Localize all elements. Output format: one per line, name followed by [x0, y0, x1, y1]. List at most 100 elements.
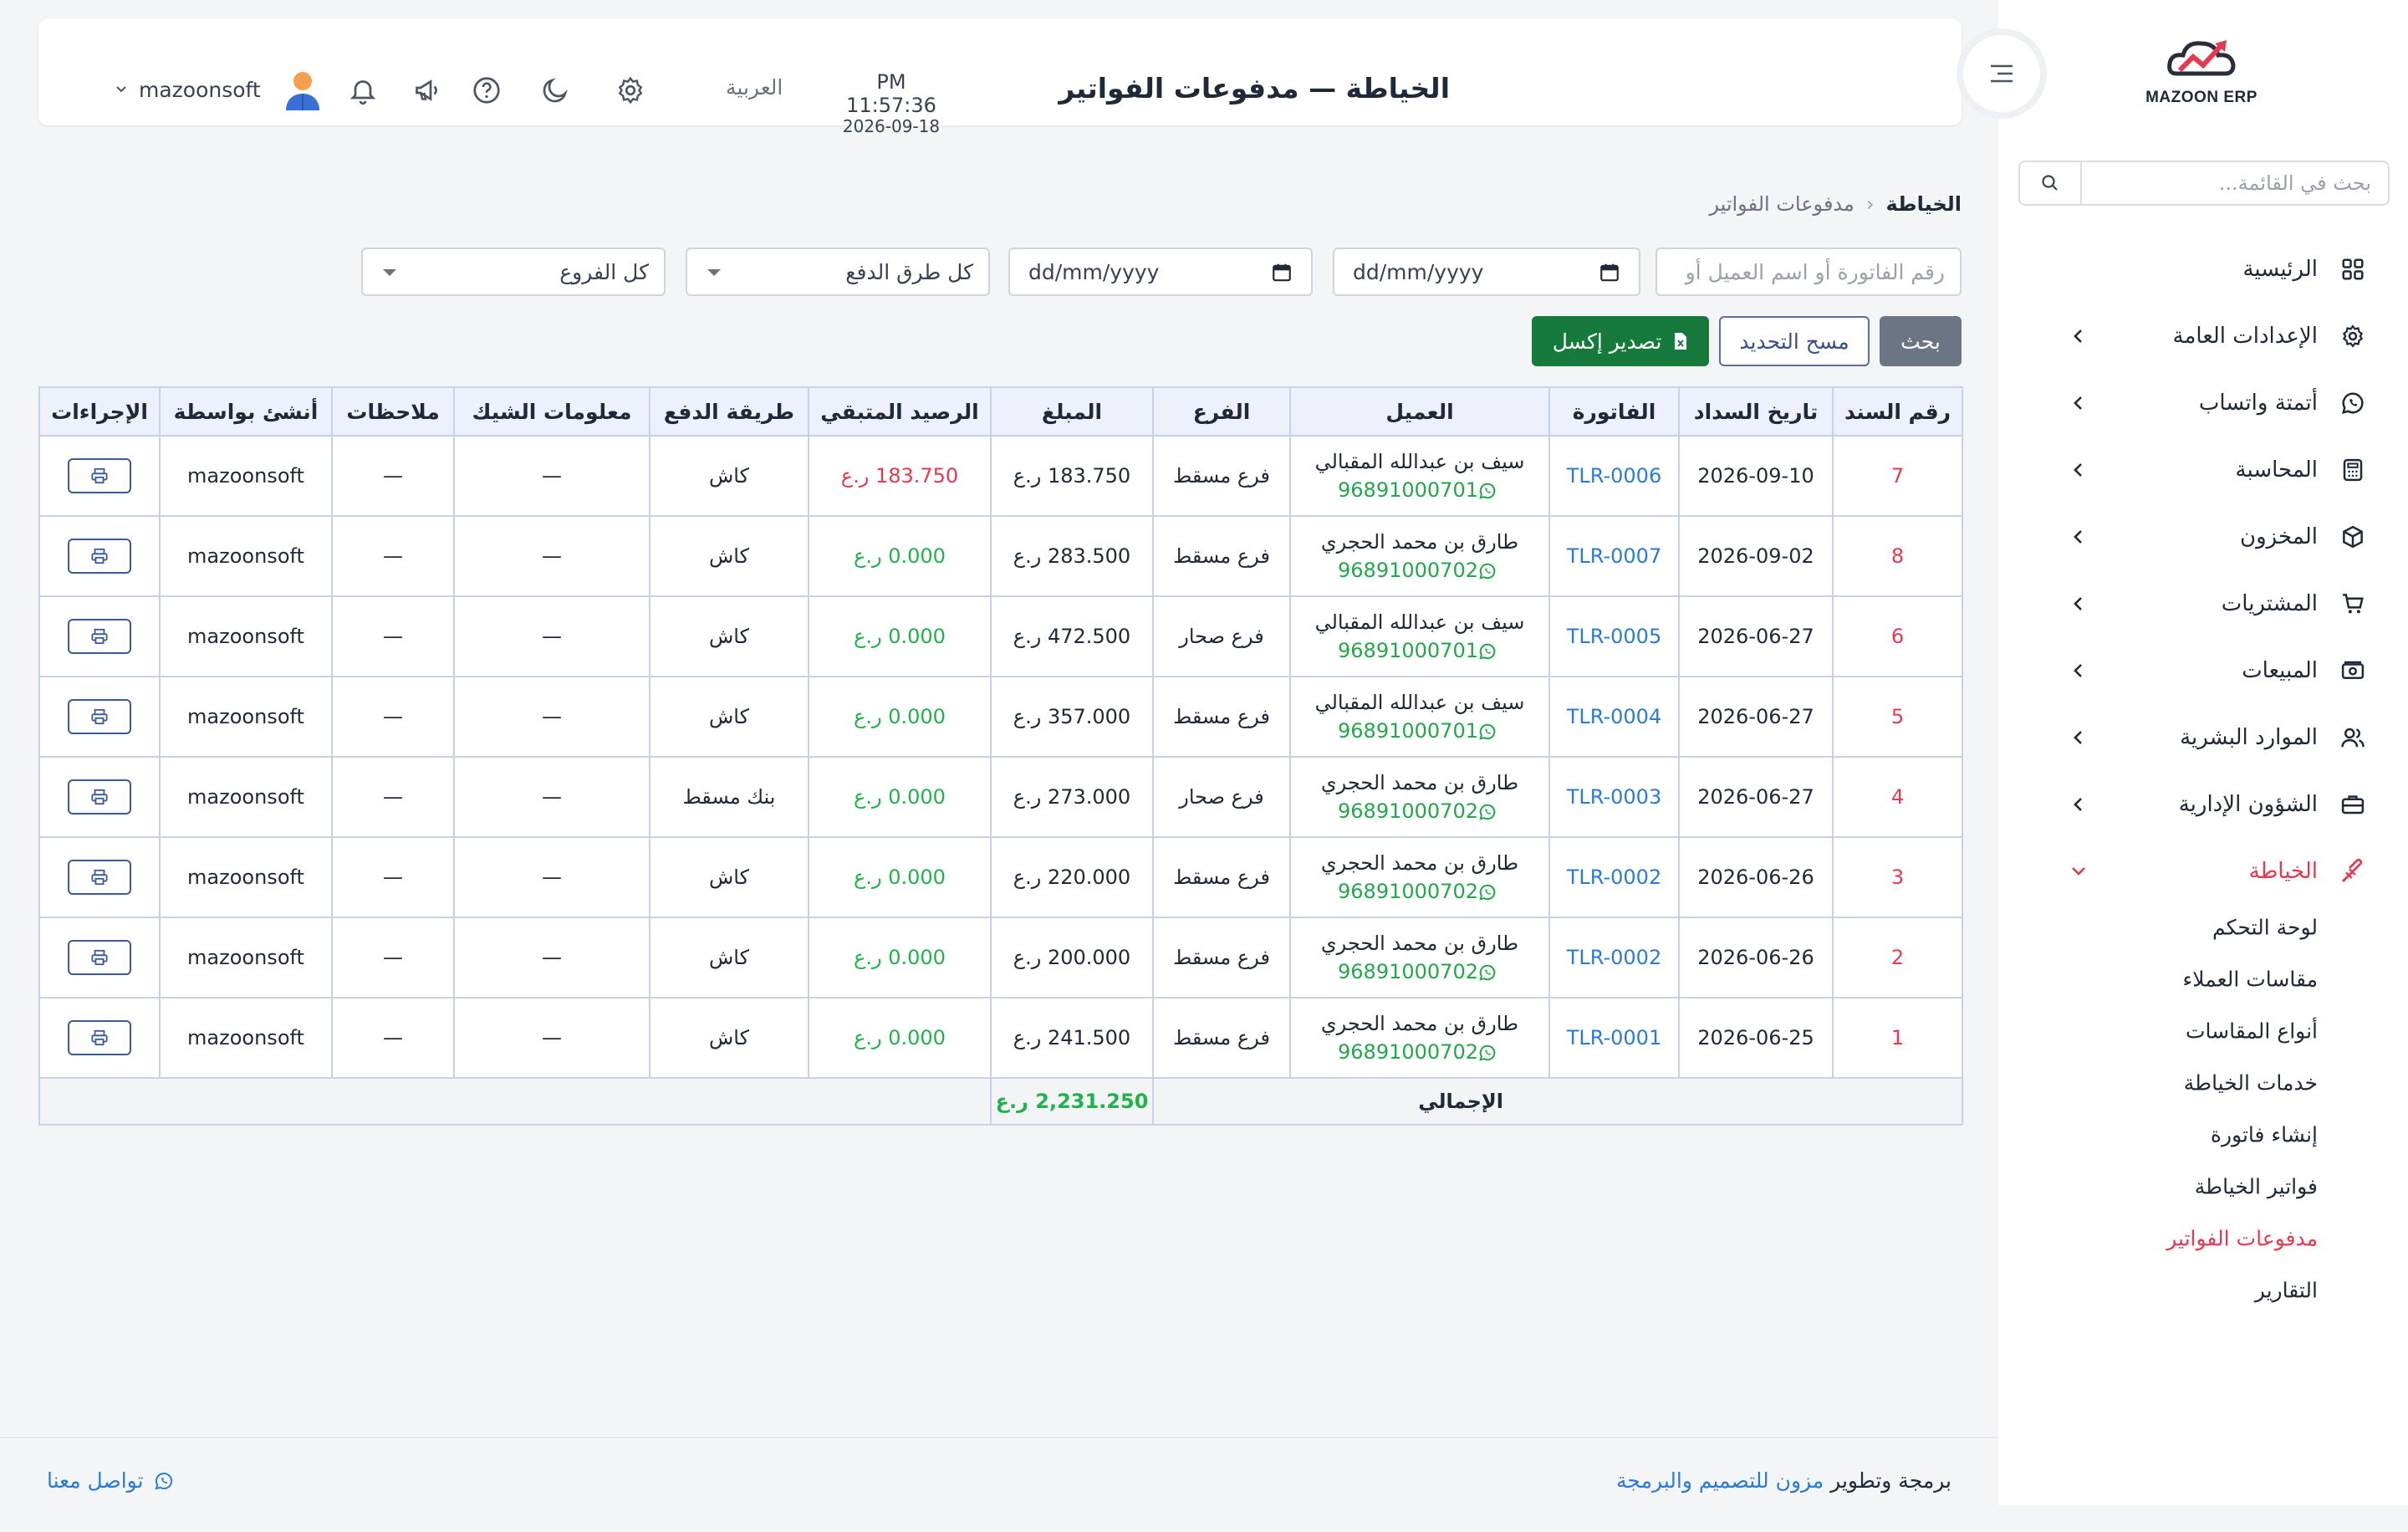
sidebar-item-home[interactable]: الرئيسية [1998, 236, 2408, 303]
invoice-link[interactable]: TLR-0004 [1567, 705, 1661, 728]
credit-link[interactable]: مزون للتصميم والبرمجة [1616, 1468, 1824, 1493]
cell-payment-date: 2026-06-25 [1678, 997, 1834, 1079]
sub-item-create-invoice[interactable]: إنشاء فاتورة [1998, 1109, 2408, 1161]
cell-amount: 220.000 ر.ع [990, 836, 1154, 918]
invoice-link[interactable]: TLR-0005 [1567, 625, 1661, 648]
customer-phone-link[interactable]: 96891000702 [1291, 960, 1548, 983]
breadcrumb-current: مدفوعات الفواتير [1709, 192, 1854, 216]
sidebar-item-whatsapp[interactable]: أتمتة واتساب [1998, 370, 2408, 437]
cell-customer: طارق بن محمد الحجري 96891000702 [1289, 756, 1550, 838]
sidebar-search-input[interactable] [2082, 162, 2388, 204]
sub-item-tailoring-services[interactable]: خدمات الخياطة [1998, 1057, 2408, 1109]
customer-phone-link[interactable]: 96891000702 [1291, 559, 1548, 582]
balance-value: 0.000 ر.ع [854, 946, 946, 969]
sub-item-measurement-types[interactable]: أنواع المقاسات [1998, 1005, 2408, 1057]
customer-phone-link[interactable]: 96891000702 [1291, 1040, 1548, 1064]
date-to-field[interactable]: dd/mm/yyyy [1008, 248, 1313, 296]
logo[interactable]: MAZOON ERP [2139, 33, 2264, 117]
sidebar-item-settings[interactable]: الإعدادات العامة [1998, 303, 2408, 370]
print-button[interactable] [68, 940, 131, 975]
invoice-link[interactable]: TLR-0006 [1567, 464, 1661, 488]
avatar [285, 72, 319, 110]
clear-selection-button[interactable]: مسح التحديد [1719, 316, 1870, 366]
cell-balance: 0.000 ر.ع [808, 756, 992, 838]
moon-icon[interactable] [538, 74, 572, 107]
date-from-field[interactable]: dd/mm/yyyy [1333, 248, 1640, 296]
user-menu[interactable]: mazoonsoft [115, 69, 323, 110]
megaphone-icon[interactable] [411, 74, 445, 107]
chevron-left-icon [2070, 395, 2087, 411]
sidebar-item-purchases[interactable]: المشتريات [1998, 570, 2408, 637]
settings-gear-icon[interactable] [614, 74, 647, 107]
sidebar-item-inventory[interactable]: المخزون [1998, 503, 2408, 570]
column-header: الرصيد المتبقي [808, 386, 992, 437]
whatsapp-icon [1478, 960, 1502, 983]
sidebar-item-accounting[interactable]: المحاسبة [1998, 437, 2408, 503]
customer-phone-link[interactable]: 96891000701 [1291, 639, 1548, 662]
whatsapp-icon [1478, 799, 1502, 823]
sub-item-dashboard[interactable]: لوحة التحكم [1998, 901, 2408, 953]
bell-icon[interactable] [346, 74, 380, 107]
print-button[interactable] [68, 860, 131, 895]
print-button[interactable] [68, 619, 131, 654]
chevron-left-icon [2070, 328, 2087, 345]
branch-select[interactable]: كل الفروع [361, 248, 666, 296]
cell-receipt-no: 6 [1832, 595, 1963, 677]
sidebar-item-sales[interactable]: المبيعات [1998, 637, 2408, 704]
print-button[interactable] [68, 699, 131, 734]
sidebar-toggle-button[interactable] [1963, 35, 2040, 112]
customer-phone-link[interactable]: 96891000701 [1291, 478, 1548, 502]
contact-us-link[interactable]: تواصل معنا [47, 1468, 174, 1493]
search-button[interactable]: بحث [1880, 316, 1962, 366]
column-header: طريقة الدفع [649, 386, 809, 437]
chevron-left-icon [2070, 462, 2087, 478]
search-icon[interactable] [2020, 162, 2082, 204]
column-header: الفرع [1152, 386, 1291, 437]
invoice-link[interactable]: TLR-0003 [1567, 785, 1661, 809]
balance-value: 0.000 ر.ع [854, 866, 946, 889]
sidebar-item-hr[interactable]: الموارد البشرية [1998, 704, 2408, 771]
search-input[interactable]: رقم الفاتورة أو اسم العميل أو [1656, 248, 1962, 296]
sidebar-item-admin[interactable]: الشؤون الإدارية [1998, 771, 2408, 838]
print-button[interactable] [68, 779, 131, 815]
sub-item-customer-measurements[interactable]: مقاسات العملاء [1998, 953, 2408, 1005]
tailoring-submenu: لوحة التحكم مقاسات العملاء أنواع المقاسا… [1998, 901, 2408, 1316]
date-to-value: dd/mm/yyyy [1028, 259, 1160, 284]
language-switch[interactable]: العربية [726, 75, 783, 100]
calendar-icon[interactable] [1599, 262, 1620, 287]
printer-icon [90, 869, 109, 886]
cell-branch: فرع صحار [1152, 756, 1291, 838]
sidebar-item-tailoring[interactable]: الخياطة [1998, 838, 2408, 905]
clock: PM 11:57:36 2026-09-18 [833, 70, 950, 135]
print-button[interactable] [68, 539, 131, 574]
cell-notes: — [331, 435, 455, 517]
print-button[interactable] [68, 458, 131, 493]
sub-item-reports[interactable]: التقارير [1998, 1264, 2408, 1316]
cell-payment-method: كاش [649, 515, 809, 597]
customer-name: طارق بن محمد الحجري [1320, 1012, 1519, 1035]
cell-invoice: TLR-0002 [1548, 917, 1680, 998]
customer-phone-link[interactable]: 96891000702 [1291, 880, 1548, 903]
payment-method-select[interactable]: كل طرق الدفع [686, 248, 990, 296]
contact-label: تواصل معنا [47, 1468, 144, 1493]
invoice-link[interactable]: TLR-0001 [1567, 1026, 1661, 1049]
export-excel-button[interactable]: تصدير إكسل [1532, 316, 1709, 366]
receipt-no: 1 [1890, 1026, 1905, 1049]
sub-item-invoice-payments[interactable]: مدفوعات الفواتير [1998, 1213, 2408, 1264]
invoice-link[interactable]: TLR-0002 [1567, 866, 1661, 889]
top-header: الخياطة — مدفوعات الفواتير PM 11:57:36 2… [38, 18, 1962, 135]
print-button[interactable] [68, 1020, 131, 1055]
help-icon[interactable] [470, 74, 503, 107]
sidebar-item-label: الشؤون الإدارية [2178, 792, 2318, 817]
calendar-icon[interactable] [1271, 262, 1293, 287]
breadcrumb-parent[interactable]: الخياطة [1885, 192, 1962, 216]
total-label-cell: الإجمالي [1152, 1077, 1963, 1126]
invoice-link[interactable]: TLR-0007 [1567, 544, 1661, 568]
customer-phone-link[interactable]: 96891000701 [1291, 719, 1548, 743]
cell-invoice: TLR-0004 [1548, 676, 1680, 758]
sub-item-tailoring-invoices[interactable]: فواتير الخياطة [1998, 1161, 2408, 1213]
invoice-link[interactable]: TLR-0002 [1567, 946, 1661, 969]
balance-value: 0.000 ر.ع [854, 705, 946, 728]
customer-phone-link[interactable]: 96891000702 [1291, 799, 1548, 823]
cell-balance: 0.000 ر.ع [808, 997, 992, 1079]
